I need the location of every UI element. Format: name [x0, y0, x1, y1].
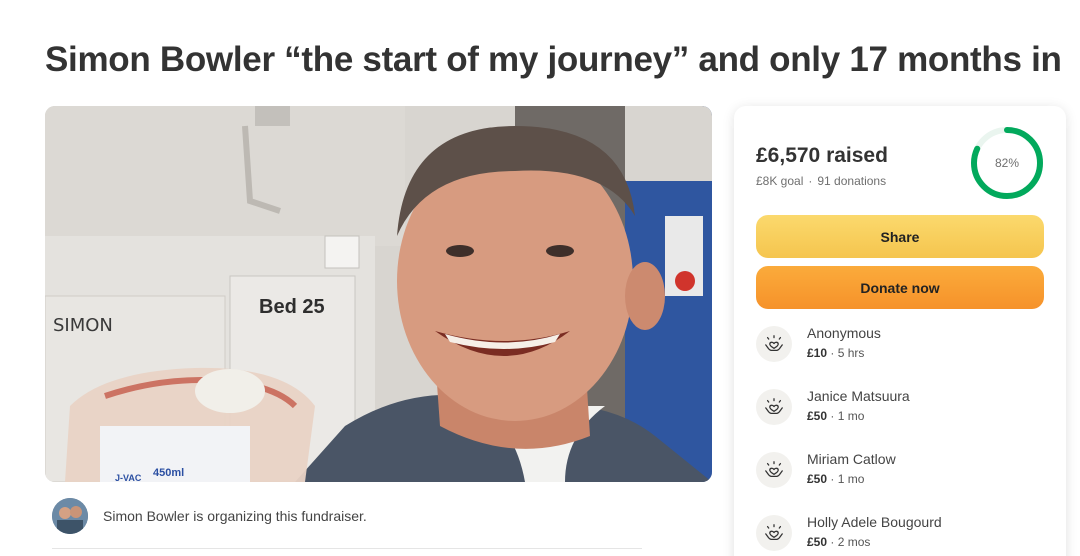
goal-amount: £8K goal — [756, 174, 804, 188]
progress-percent: 82% — [994, 156, 1020, 170]
donation-card: £6,570 raised £8K goal · 91 donations 82% … — [734, 106, 1066, 556]
avatar[interactable] — [52, 498, 88, 534]
donation-item: Miriam Catlow £50 · 1 mo — [756, 450, 896, 488]
donation-amount: £50 — [807, 472, 828, 486]
donation-amount: £50 — [807, 409, 828, 423]
heart-hands-icon — [756, 515, 792, 551]
heart-hands-icon — [756, 452, 792, 488]
name-sign-text: SIMON — [53, 315, 113, 336]
donor-name: Anonymous — [807, 325, 881, 341]
bag-volume-text: 450ml — [153, 467, 184, 479]
donation-amount: £10 — [807, 346, 828, 360]
donor-name: Janice Matsuura — [807, 388, 910, 404]
meta-separator: · — [808, 174, 813, 188]
heart-hands-icon — [756, 389, 792, 425]
bag-brand-text: J-VAC — [115, 473, 142, 482]
donation-time: 5 hrs — [837, 346, 865, 360]
donation-item: Anonymous £10 · 5 hrs — [756, 324, 881, 362]
donate-now-button[interactable]: Donate now — [756, 266, 1044, 309]
divider — [52, 548, 642, 549]
donation-time: 1 mo — [837, 409, 865, 423]
donation-item: Holly Adele Bougourd £50 · 2 mos — [756, 513, 942, 551]
goal-meta: £8K goal · 91 donations — [756, 174, 886, 188]
share-button[interactable]: Share — [756, 215, 1044, 258]
donation-item: Janice Matsuura £50 · 1 mo — [756, 387, 910, 425]
donation-time: 2 mos — [837, 535, 871, 549]
page-title: Simon Bowler “the start of my journey” a… — [45, 40, 1062, 79]
amount-raised: £6,570 raised — [756, 144, 888, 167]
bed-sign-text: Bed 25 — [259, 296, 325, 318]
hero-photo[interactable]: Bed 25 SIMON 450ml J-VAC — [45, 106, 712, 482]
avatar-image — [52, 498, 88, 534]
donation-count: 91 donations — [817, 174, 887, 188]
donor-name: Holly Adele Bougourd — [807, 514, 942, 530]
heart-hands-icon — [756, 326, 792, 362]
donation-amount: £50 — [807, 535, 828, 549]
donation-time: 1 mo — [837, 472, 865, 486]
hero-photo-illustration: Bed 25 SIMON 450ml J-VAC — [45, 106, 712, 482]
organizer-text: Simon Bowler is organizing this fundrais… — [103, 508, 367, 524]
donor-name: Miriam Catlow — [807, 451, 896, 467]
organizer-row: Simon Bowler is organizing this fundrais… — [52, 498, 367, 534]
